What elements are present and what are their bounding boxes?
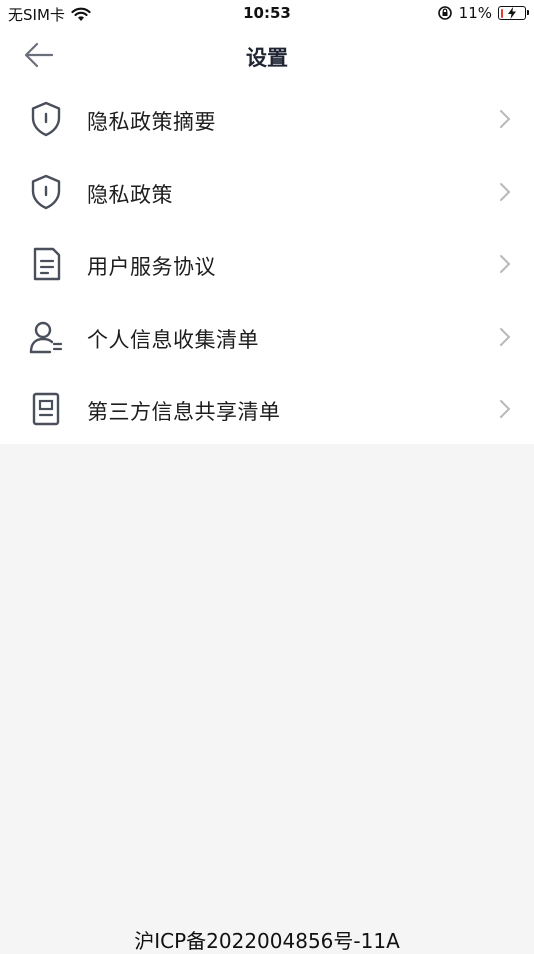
menu-item-label: 用户服务协议 bbox=[87, 255, 216, 279]
chevron-right-icon bbox=[500, 400, 510, 418]
id-card-icon bbox=[32, 392, 60, 426]
menu-item-label: 隐私政策摘要 bbox=[87, 110, 216, 134]
battery-icon bbox=[498, 6, 529, 20]
menu-item-privacy-summary[interactable]: 隐私政策摘要 bbox=[0, 84, 534, 157]
rotation-lock-icon bbox=[437, 6, 452, 20]
chevron-right-icon bbox=[500, 182, 510, 201]
battery-percent: 11% bbox=[458, 4, 492, 22]
document-icon bbox=[33, 247, 61, 281]
chevron-right-icon bbox=[500, 255, 510, 273]
user-list-icon bbox=[29, 321, 63, 353]
menu-item-label: 隐私政策 bbox=[87, 182, 173, 207]
page-title: 设置 bbox=[246, 46, 288, 70]
menu-item-user-agreement[interactable]: 用户服务协议 bbox=[0, 229, 534, 302]
menu-item-personal-info-list[interactable]: 个人信息收集清单 bbox=[0, 302, 534, 375]
menu-item-label: 第三方信息共享清单 bbox=[87, 400, 281, 424]
battery-level bbox=[500, 8, 503, 18]
shield-icon bbox=[31, 174, 61, 209]
menu-item-third-party-sharing-list[interactable]: 第三方信息共享清单 bbox=[0, 374, 534, 447]
chevron-right-icon bbox=[500, 327, 510, 346]
status-right: 11% bbox=[437, 4, 529, 22]
menu-item-label: 个人信息收集清单 bbox=[87, 327, 259, 352]
nav-bar: 设置 bbox=[0, 30, 534, 80]
shield-icon bbox=[31, 101, 61, 137]
chevron-right-icon bbox=[500, 110, 510, 128]
status-bar: 无SIM卡 10:53 11% bbox=[0, 0, 534, 28]
settings-list: 隐私政策摘要 隐私政策 用户服务协议 个人信息收集清单 第三方信息共享清单 bbox=[0, 84, 534, 447]
settings-panel: 无SIM卡 10:53 11% 设置 隐私政策摘要 隐私政策 用户服务协议 个人… bbox=[0, 0, 534, 444]
menu-item-privacy-policy[interactable]: 隐私政策 bbox=[0, 157, 534, 230]
